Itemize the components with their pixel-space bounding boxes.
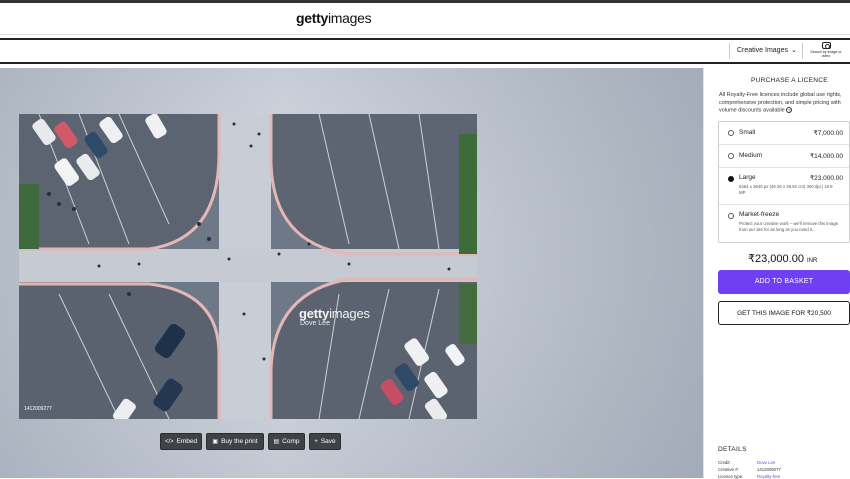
detail-label: Creative #: xyxy=(718,467,739,472)
radio-large[interactable] xyxy=(728,176,734,182)
main-photo[interactable] xyxy=(19,114,477,419)
radio-medium[interactable] xyxy=(728,153,734,159)
licence-options: Small ₹7,000.00 Medium ₹14,000.00 Large … xyxy=(718,121,850,243)
save-button[interactable]: + Save xyxy=(309,433,341,450)
plus-icon: + xyxy=(314,439,318,445)
detail-creative-number: 1412009277 xyxy=(757,467,781,472)
getty-logo[interactable]: gettyimages xyxy=(296,10,372,26)
buy-print-button[interactable]: ▣ Buy the print xyxy=(206,433,264,450)
detail-label: Credit: xyxy=(718,460,731,465)
radio-market-freeze[interactable] xyxy=(728,213,734,219)
image-icon: ▣ xyxy=(212,439,219,445)
comp-button[interactable]: ▤ Comp xyxy=(268,433,305,450)
search-by-image-button[interactable]: Search by image or video xyxy=(808,42,844,62)
save-icon: ▤ xyxy=(273,439,280,445)
search-input[interactable] xyxy=(0,40,725,62)
getty-watermark: gettyimages xyxy=(299,306,370,321)
embed-button[interactable]: </> Embed xyxy=(160,433,202,450)
total-price: ₹23,000.00 INR xyxy=(748,253,818,265)
detail-credit-link[interactable]: Dove Lee xyxy=(757,460,775,465)
code-icon: </> xyxy=(164,439,174,445)
licence-title: PURCHASE A LICENCE xyxy=(751,77,828,84)
radio-small[interactable] xyxy=(728,130,734,136)
watermark-credit: Dove Lee xyxy=(300,320,330,327)
option-market-freeze[interactable]: Market-freeze Protect your creative work… xyxy=(719,205,849,243)
photo-id-label: 1412009277 xyxy=(24,406,52,412)
detail-label: Licence type: xyxy=(718,474,744,479)
camera-icon xyxy=(821,42,831,49)
detail-licence-type-link[interactable]: Royalty-free xyxy=(757,474,780,479)
details-title: DETAILS xyxy=(718,446,747,453)
licence-description: All Royalty-Free licences include global… xyxy=(719,92,842,114)
creative-images-dropdown[interactable]: Creative Images ⌄ xyxy=(737,46,797,54)
divider xyxy=(802,43,803,59)
info-icon[interactable]: ? xyxy=(786,107,793,113)
get-this-image-button[interactable]: GET THIS IMAGE FOR ₹20,500 xyxy=(718,301,850,325)
divider xyxy=(729,43,730,59)
site-header: gettyimages xyxy=(0,3,850,35)
option-medium[interactable]: Medium ₹14,000.00 xyxy=(719,145,849,167)
option-large[interactable]: Large ₹23,000.00 5464 x 3640 px (46.26 x… xyxy=(719,168,849,204)
search-bar: Creative Images ⌄ Search by image or vide… xyxy=(0,38,850,64)
aerial-intersection-image xyxy=(19,114,477,419)
option-small[interactable]: Small ₹7,000.00 xyxy=(719,122,849,144)
add-to-basket-button[interactable]: ADD TO BASKET xyxy=(718,270,850,294)
chevron-down-icon: ⌄ xyxy=(790,47,797,54)
